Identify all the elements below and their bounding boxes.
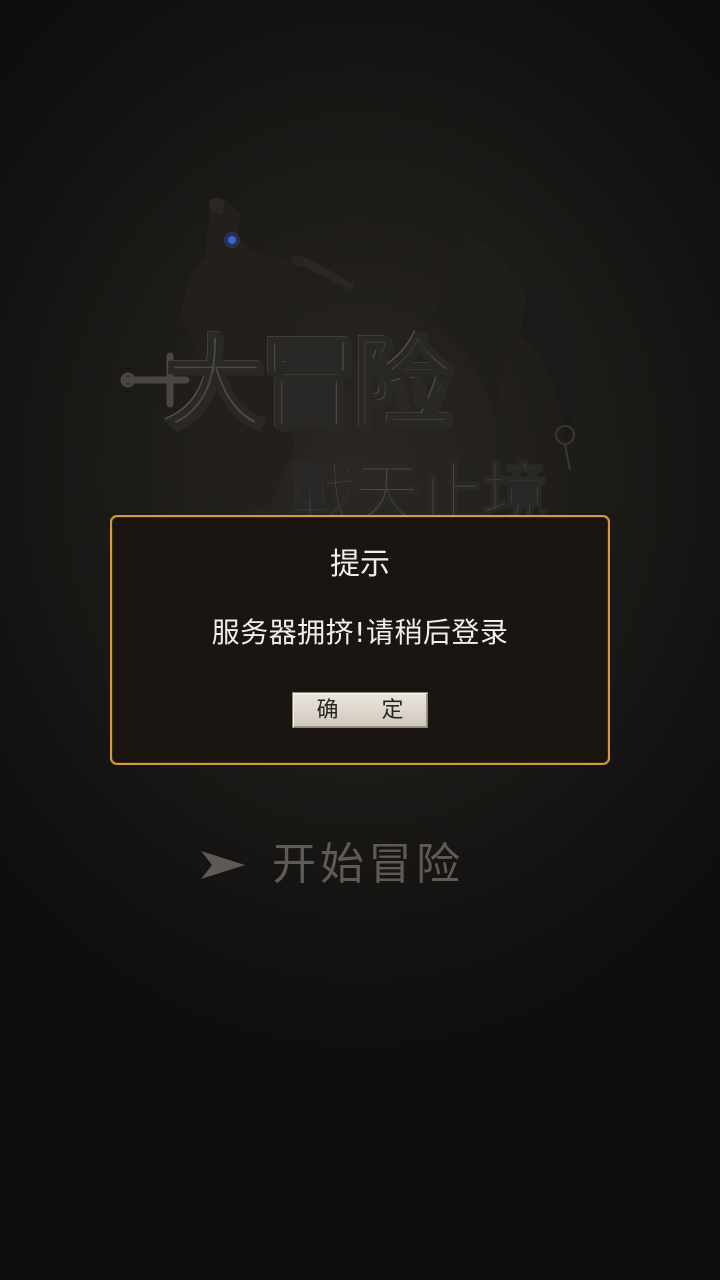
game-screen: 大冒险 戰天止境 提示 服务器拥挤!请稍后登录 确 定 开始冒险 <box>0 0 720 1280</box>
start-adventure-label: 开始冒险 <box>272 839 464 890</box>
dialog-message: 服务器拥挤!请稍后登录 <box>211 616 509 649</box>
start-adventure-button[interactable]: 开始冒险 <box>198 835 464 895</box>
game-logo-title: 大冒险 <box>164 326 455 443</box>
dialog-title: 提示 <box>330 547 390 582</box>
confirm-button[interactable]: 确 定 <box>292 692 428 728</box>
arrow-right-icon <box>201 851 245 879</box>
notice-dialog: 提示 服务器拥挤!请稍后登录 确 定 <box>110 515 610 765</box>
